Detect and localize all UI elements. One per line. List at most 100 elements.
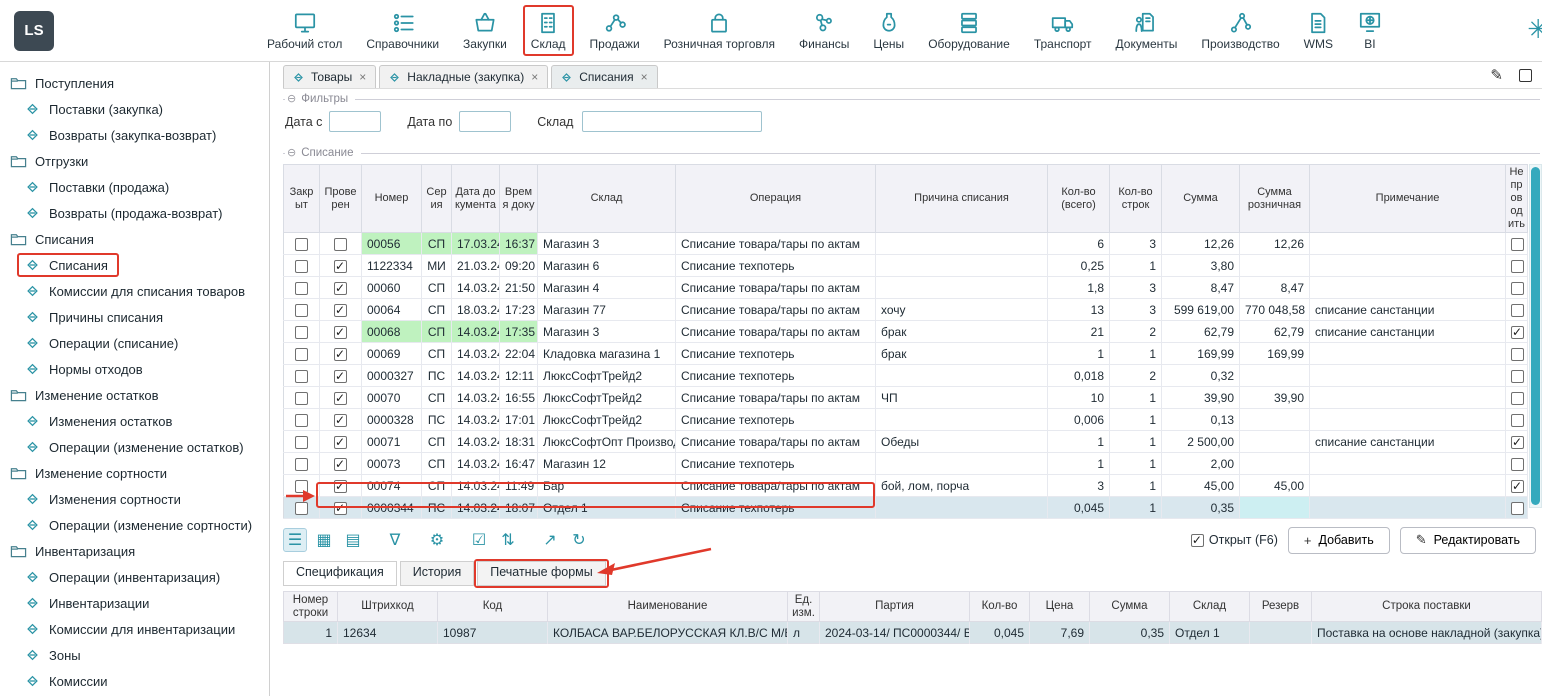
no-post-checkbox[interactable] <box>1511 480 1524 493</box>
no-post-checkbox[interactable] <box>1511 304 1524 317</box>
table-row[interactable]: 00068СП14.03.2417:35Магазин 3Списание то… <box>284 321 1528 343</box>
sidebar-item[interactable]: Изменения сортности <box>0 486 269 512</box>
nav-item[interactable]: Документы <box>1111 7 1183 54</box>
checked-checkbox[interactable] <box>334 260 347 273</box>
tab-close-icon[interactable]: × <box>359 70 366 84</box>
sidebar-item[interactable]: Зоны <box>0 642 269 668</box>
edit-icon[interactable]: ✎ <box>1490 68 1503 83</box>
sidebar-item[interactable]: Нормы отходов <box>0 356 269 382</box>
checked-checkbox[interactable] <box>334 282 347 295</box>
table-row[interactable]: 00060СП14.03.2421:50Магазин 4Списание то… <box>284 277 1528 299</box>
sidebar-item[interactable]: Комиссии <box>0 668 269 694</box>
nav-item[interactable]: Транспорт <box>1029 7 1097 54</box>
sidebar-item[interactable]: Комиссии для списания товаров <box>0 278 269 304</box>
no-post-checkbox[interactable] <box>1511 348 1524 361</box>
table-row[interactable]: 00056СП17.03.2416:37Магазин 3Списание то… <box>284 233 1528 255</box>
closed-checkbox[interactable] <box>295 348 308 361</box>
column-header[interactable]: Штрихкод <box>338 592 438 622</box>
closed-checkbox[interactable] <box>295 436 308 449</box>
column-header[interactable]: Код <box>438 592 548 622</box>
vertical-scrollbar[interactable] <box>1529 164 1542 508</box>
nav-item[interactable]: Склад <box>526 7 571 54</box>
subtab-Спецификация[interactable]: Спецификация <box>283 561 397 586</box>
closed-checkbox[interactable] <box>295 282 308 295</box>
column-header[interactable]: Дата документа <box>452 165 500 233</box>
checked-checkbox[interactable] <box>334 392 347 405</box>
sidebar-item[interactable]: Изменение сортности <box>0 460 269 486</box>
date-from-input[interactable] <box>329 111 381 132</box>
column-header[interactable]: Кол-во строк <box>1110 165 1162 233</box>
sidebar-item[interactable]: Операции (списание) <box>0 330 269 356</box>
checked-checkbox[interactable] <box>334 458 347 471</box>
sidebar-item[interactable]: Инвентаризация <box>0 538 269 564</box>
closed-checkbox[interactable] <box>295 304 308 317</box>
refresh-icon[interactable]: ↻ <box>567 528 591 552</box>
no-post-checkbox[interactable] <box>1511 414 1524 427</box>
checked-checkbox[interactable] <box>334 436 347 449</box>
sidebar-item[interactable]: Изменение остатков <box>0 382 269 408</box>
sidebar-item[interactable]: Изменения остатков <box>0 408 269 434</box>
tab-Списания[interactable]: Списания× <box>551 65 657 88</box>
column-header[interactable]: Сумма <box>1162 165 1240 233</box>
column-header[interactable]: Примечание <box>1310 165 1506 233</box>
sidebar-item[interactable]: Комиссии для инвентаризации <box>0 616 269 642</box>
table-row[interactable]: 00074СП14.03.2411:49БарСписание товара/т… <box>284 475 1528 497</box>
nav-item[interactable]: Цены <box>868 7 909 54</box>
table-row[interactable]: 11263410987КОЛБАСА ВАР.БЕЛОРУССКАЯ КЛ.В/… <box>284 622 1542 644</box>
closed-checkbox[interactable] <box>295 480 308 493</box>
column-header[interactable]: Кол-во <box>970 592 1030 622</box>
tab-close-icon[interactable]: × <box>531 70 538 84</box>
sidebar-item[interactable]: Списания <box>0 226 269 252</box>
date-to-input[interactable] <box>459 111 511 132</box>
closed-checkbox[interactable] <box>295 392 308 405</box>
no-post-checkbox[interactable] <box>1511 260 1524 273</box>
settings-icon[interactable]: ⚙ <box>425 528 449 552</box>
sidebar-item[interactable]: Причины списания <box>0 304 269 330</box>
sidebar-item[interactable]: Возвраты (закупка-возврат) <box>0 122 269 148</box>
table-row[interactable]: 00064СП18.03.2417:23Магазин 77Списание т… <box>284 299 1528 321</box>
nav-item[interactable]: Справочники <box>361 7 444 54</box>
table-row[interactable]: 00071СП14.03.2418:31ЛюксСофтОпт Производ… <box>284 431 1528 453</box>
sidebar-item[interactable]: Операции (изменение сортности) <box>0 512 269 538</box>
table-row[interactable]: 0000327ПС14.03.2412:11ЛюксСофтТрейд2Спис… <box>284 365 1528 387</box>
no-post-checkbox[interactable] <box>1511 502 1524 515</box>
checked-checkbox[interactable] <box>334 414 347 427</box>
sort-icon[interactable]: ⇅ <box>496 528 520 552</box>
filter-icon[interactable]: ∇ <box>383 528 407 552</box>
closed-checkbox[interactable] <box>295 238 308 251</box>
closed-checkbox[interactable] <box>295 414 308 427</box>
checked-checkbox[interactable] <box>334 304 347 317</box>
column-header[interactable]: Строка поставки <box>1312 592 1542 622</box>
sidebar-item[interactable]: Списания <box>0 252 269 278</box>
closed-checkbox[interactable] <box>295 458 308 471</box>
no-post-checkbox[interactable] <box>1511 370 1524 383</box>
subtab-Печатные формы[interactable]: Печатные формы <box>477 561 606 586</box>
checked-checkbox[interactable] <box>334 502 347 515</box>
table-row[interactable]: 0000344ПС14.03.2418:07Отдел 1Списание те… <box>284 497 1528 519</box>
tab-Накладные (закупка)[interactable]: Накладные (закупка)× <box>379 65 548 88</box>
sidebar-item[interactable]: Возвраты (продажа-возврат) <box>0 200 269 226</box>
checklist-icon[interactable]: ☑ <box>467 528 491 552</box>
nav-item[interactable]: Закупки <box>458 7 512 54</box>
sidebar-item[interactable]: Поставки (продажа) <box>0 174 269 200</box>
table-row[interactable]: 0000328ПС14.03.2417:01ЛюксСофтТрейд2Спис… <box>284 409 1528 431</box>
sidebar-item[interactable]: Инвентаризации <box>0 590 269 616</box>
no-post-checkbox[interactable] <box>1511 392 1524 405</box>
add-button[interactable]: + Добавить <box>1288 527 1390 554</box>
sidebar-item[interactable]: Поступления <box>0 70 269 96</box>
sidebar-item[interactable]: Операции (изменение остатков) <box>0 434 269 460</box>
column-header[interactable]: Номер строки <box>284 592 338 622</box>
column-header[interactable]: Операция <box>676 165 876 233</box>
nav-item[interactable]: Финансы <box>794 7 854 54</box>
column-header[interactable]: Партия <box>820 592 970 622</box>
table-row[interactable]: 00070СП14.03.2416:55ЛюксСофтТрейд2Списан… <box>284 387 1528 409</box>
table-row[interactable]: 00073СП14.03.2416:47Магазин 12Списание т… <box>284 453 1528 475</box>
no-post-checkbox[interactable] <box>1511 282 1524 295</box>
closed-checkbox[interactable] <box>295 260 308 273</box>
column-header[interactable]: Склад <box>1170 592 1250 622</box>
nav-item[interactable]: Производство <box>1196 7 1284 54</box>
column-header[interactable]: Цена <box>1030 592 1090 622</box>
open-f6-checkbox-box[interactable] <box>1191 534 1204 547</box>
column-header[interactable]: Ед. изм. <box>788 592 820 622</box>
checked-checkbox[interactable] <box>334 238 347 251</box>
